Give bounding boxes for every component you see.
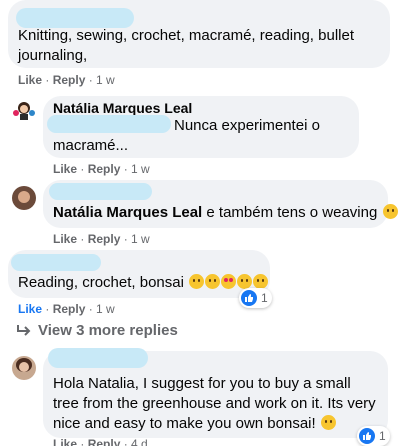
smirk-emoji-icon — [382, 204, 398, 219]
redacted-author-name — [48, 348, 148, 368]
reply-actions: Like · Reply · 1 w — [53, 232, 150, 246]
reply-bubble: Reading, crochet, bonsai — [8, 250, 270, 298]
reaction-count[interactable]: 1 — [239, 288, 272, 308]
smile-emoji-icon — [320, 415, 336, 430]
reply-link[interactable]: Reply — [88, 437, 121, 446]
kiss-emoji-icon — [253, 274, 269, 289]
reply-link[interactable]: Reply — [88, 232, 121, 246]
grin-emoji-icon — [205, 274, 221, 289]
comment-text: Hola Natalia, I suggest for you to buy a… — [53, 375, 376, 432]
redacted-author-name — [11, 254, 101, 271]
comment-bubble: Hola Natalia, I suggest for you to buy a… — [43, 348, 388, 438]
reply-bubble: Natália Marques Leal Nunca experimentei … — [43, 96, 359, 158]
comment-bubble: Knitting, sewing, crochet, macramé, read… — [8, 0, 390, 68]
like-link[interactable]: Like — [53, 232, 77, 246]
like-reaction-icon — [359, 428, 375, 444]
reply-actions: Like · Reply · 1 w — [53, 162, 150, 176]
reply-text: Reading, crochet, bonsai — [18, 273, 269, 293]
avatar-illustration-icon — [13, 102, 35, 120]
reaction-count[interactable]: 1 — [357, 426, 390, 446]
timestamp[interactable]: 1 w — [96, 73, 115, 87]
like-reaction-icon — [241, 290, 257, 306]
view-more-replies[interactable]: View 3 more replies — [16, 322, 178, 339]
author-name[interactable]: Natália Marques Leal — [53, 100, 192, 116]
comment-text: Knitting, sewing, crochet, macramé, read… — [18, 27, 354, 64]
like-link[interactable]: Like — [53, 437, 77, 446]
wink-emoji-icon — [237, 274, 253, 289]
view-more-label: View 3 more replies — [38, 322, 178, 339]
timestamp[interactable]: 1 w — [96, 302, 115, 316]
reply-bubble: Natália Marques Leal e também tens o wea… — [43, 180, 398, 228]
heart-eyes-emoji-icon — [221, 274, 237, 289]
redacted-author-name — [49, 183, 152, 200]
reply-text: Nunca experimentei o macramé... — [53, 117, 320, 154]
smile-emoji-icon — [189, 274, 205, 289]
reply-arrow-icon — [17, 324, 31, 336]
reaction-count-text: 1 — [261, 291, 268, 305]
reply-link[interactable]: Reply — [53, 302, 86, 316]
timestamp[interactable]: 1 w — [131, 162, 150, 176]
avatar[interactable] — [12, 186, 36, 210]
mentioned-user[interactable]: Natália Marques Leal — [53, 204, 202, 221]
reply-text: Natália Marques Leal e também tens o wea… — [53, 203, 398, 223]
redacted-author-name — [16, 8, 134, 28]
avatar[interactable] — [12, 356, 36, 380]
timestamp[interactable]: 4 d — [131, 437, 148, 446]
reaction-count-text: 1 — [379, 429, 386, 443]
like-link[interactable]: Like — [53, 162, 77, 176]
reply-link[interactable]: Reply — [53, 73, 86, 87]
reply-actions: Like · Reply · 1 w — [18, 302, 115, 316]
like-link[interactable]: Like — [18, 73, 42, 87]
comment-actions: Like · Reply · 4 d — [53, 437, 148, 446]
reply-link[interactable]: Reply — [88, 162, 121, 176]
comment-actions: Like · Reply · 1 w — [18, 73, 115, 87]
avatar[interactable] — [12, 99, 36, 121]
like-link[interactable]: Like — [18, 302, 42, 316]
timestamp[interactable]: 1 w — [131, 232, 150, 246]
